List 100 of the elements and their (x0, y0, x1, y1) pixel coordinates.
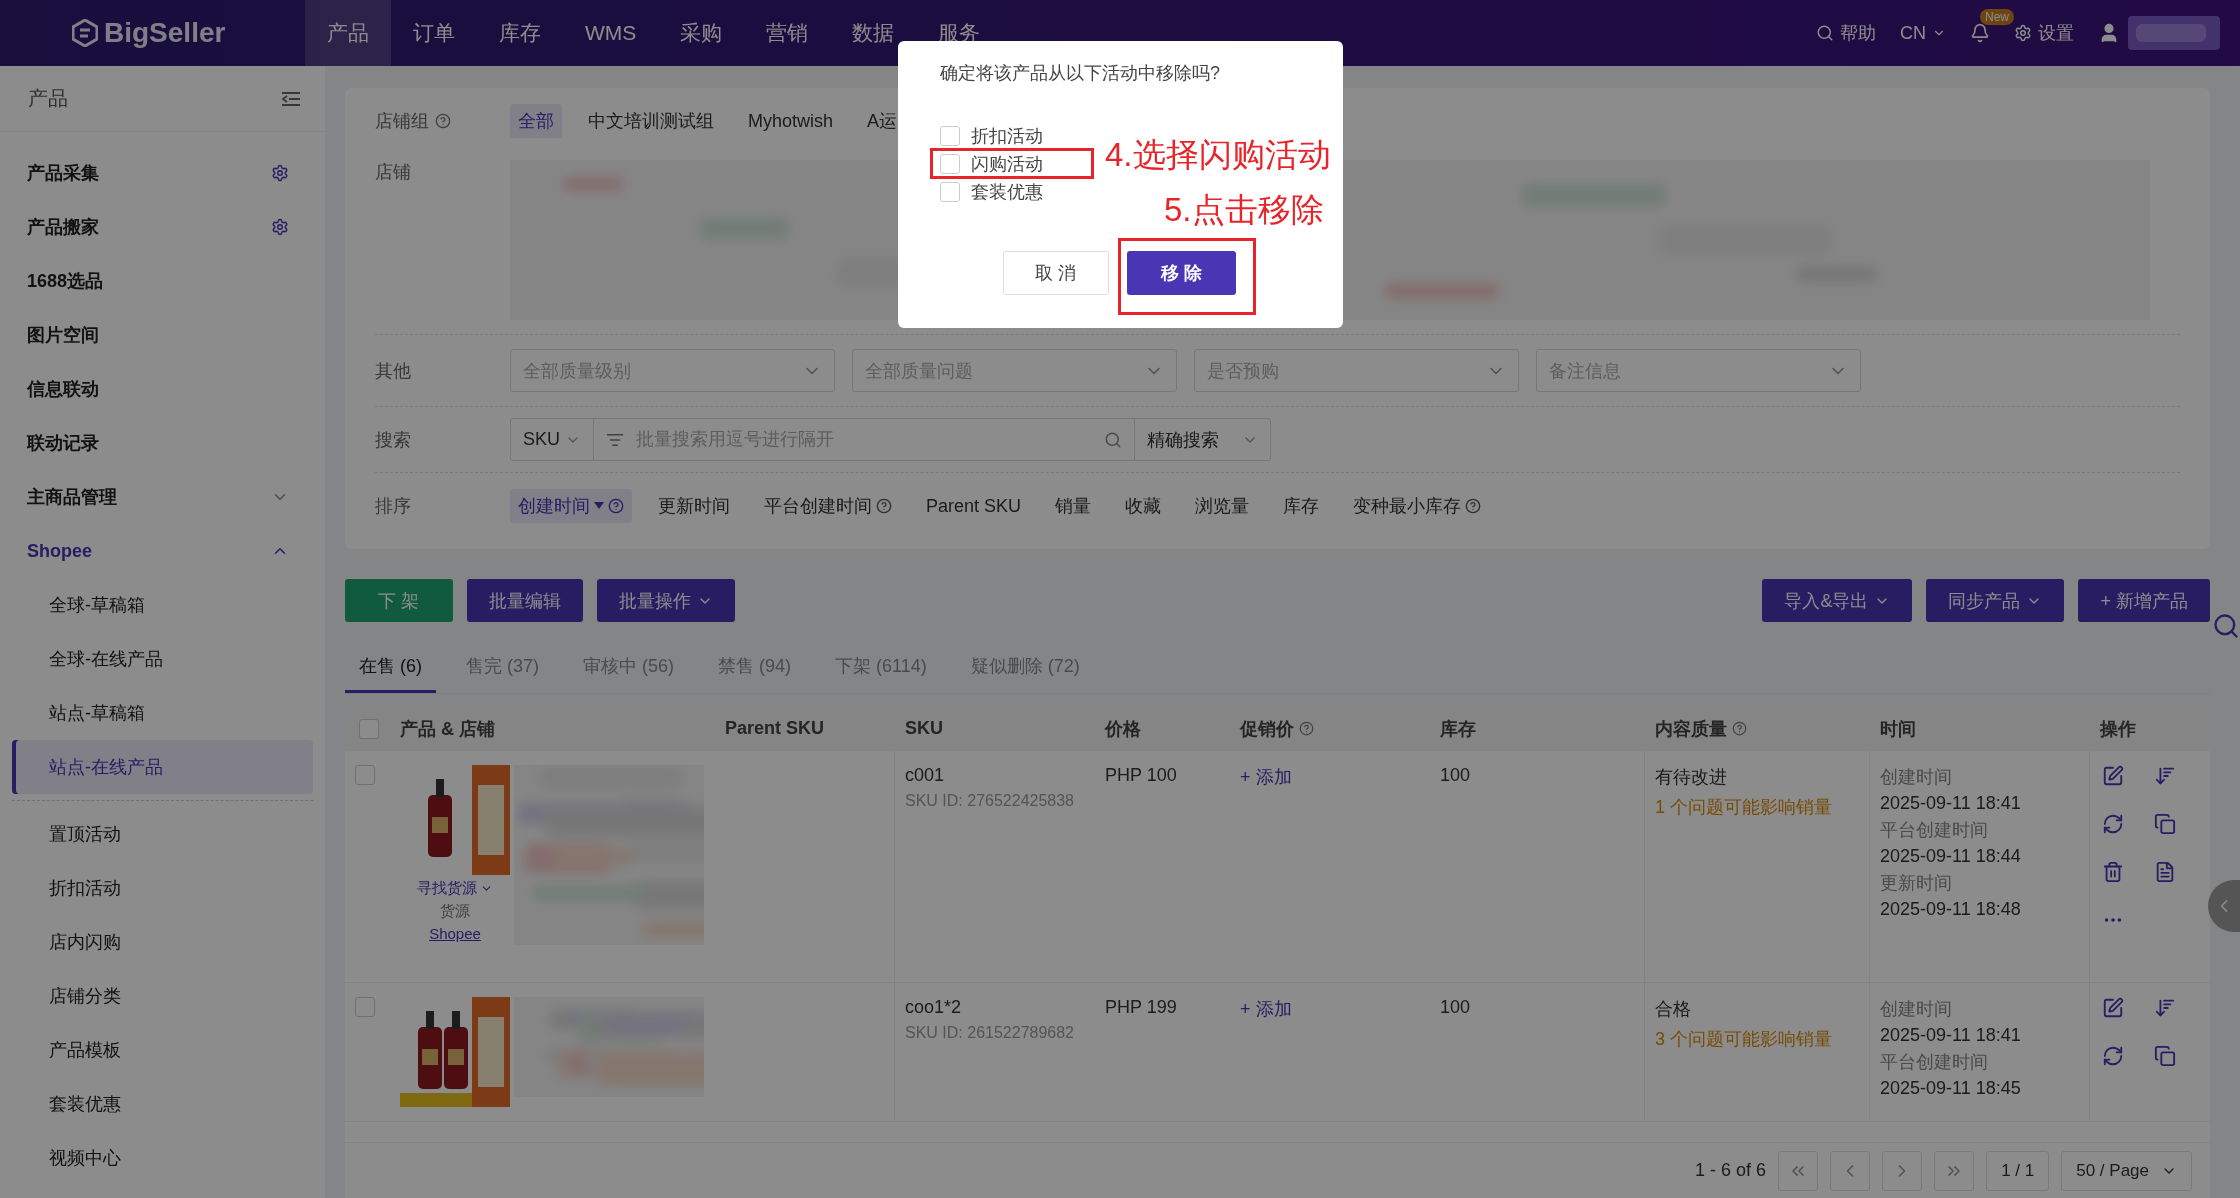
nav-item[interactable]: 订单 (391, 0, 477, 66)
nav-item[interactable]: 库存 (477, 0, 563, 66)
gear-icon (2014, 24, 2032, 42)
help-icon (1732, 721, 1747, 736)
time-value: 2025-09-11 18:41 (1880, 1025, 2022, 1046)
help-link[interactable]: 帮助 (1816, 21, 1876, 45)
search-icon (1816, 24, 1834, 42)
edit-icon[interactable] (2102, 765, 2124, 787)
sidebar-subitem[interactable]: 折扣活动 (12, 861, 313, 915)
checkbox[interactable] (355, 997, 375, 1017)
status-tab[interactable]: 在售 (6) (345, 644, 436, 693)
checkbox[interactable] (359, 718, 379, 739)
nav-item[interactable]: 采购 (658, 0, 745, 66)
column-header: SKU (904, 718, 944, 739)
sort-option[interactable]: 平台创建时间 (756, 489, 900, 523)
annotation-text: 5.点击移除 (1164, 191, 1324, 229)
sync-icon[interactable] (2102, 1045, 2124, 1067)
store-group-option[interactable]: 中文培训测试组 (580, 104, 722, 138)
sidebar-subitem[interactable]: 店铺分类 (12, 969, 313, 1023)
sidebar-subitem[interactable]: 全球-在线产品 (12, 632, 313, 686)
stock-text: 100 (1440, 765, 1472, 786)
sidebar-group[interactable]: Shopee (12, 524, 313, 578)
delete-icon[interactable] (2102, 861, 2124, 883)
time-label: 平台创建时间 (1880, 819, 1989, 842)
copy-icon[interactable] (2154, 813, 2176, 835)
edit-icon[interactable] (2102, 997, 2124, 1019)
page-size-select[interactable]: 50 / Page (2061, 1150, 2192, 1191)
sidebar-subitem[interactable]: 店内闪购 (12, 915, 313, 969)
sort-option[interactable]: Parent SKU (918, 490, 1030, 522)
copy-icon[interactable] (2154, 1045, 2176, 1067)
sku-id: SKU ID: 261522789682 (905, 1024, 1075, 1042)
logo-text: BigSeller (104, 17, 226, 49)
sidebar-group[interactable]: 主商品管理 (12, 470, 313, 524)
column-header: 时间 (1879, 717, 1917, 741)
filter-label: 搜索 (375, 428, 412, 452)
sort-option[interactable]: 收藏 (1117, 489, 1170, 523)
sidebar-item[interactable]: 联动记录 (12, 416, 313, 470)
sort-option[interactable]: 创建时间 (510, 489, 632, 523)
sidebar-item[interactable]: 产品搬家 (12, 200, 313, 254)
nav-item[interactable]: 营销 (744, 0, 831, 66)
add-promo-link[interactable]: + 添加 (1240, 765, 1420, 789)
sort-option[interactable]: 库存 (1275, 489, 1328, 523)
sidebar-title: 产品 (28, 86, 68, 111)
note-icon[interactable] (2154, 861, 2176, 883)
side-handle[interactable] (2208, 880, 2240, 932)
filter-label: 其他 (375, 359, 412, 383)
sidebar-subitem[interactable]: 全球-草稿箱 (12, 578, 313, 632)
action-button[interactable]: + 新增产品 (2078, 579, 2210, 622)
sidebar-subitem[interactable]: 视频中心 (12, 1131, 313, 1185)
search-icon[interactable] (2212, 612, 2240, 640)
sort-icon[interactable] (2154, 765, 2176, 787)
sort-option[interactable]: 销量 (1047, 489, 1100, 523)
cancel-button[interactable]: 取 消 (1003, 251, 1109, 295)
sidebar-item[interactable]: 产品采集 (12, 146, 313, 200)
sku-text: coo1*2 (905, 997, 963, 1018)
remove-button[interactable]: 移 除 (1127, 251, 1236, 295)
language-select[interactable]: CN (1900, 22, 1946, 44)
caret-icon (594, 502, 604, 510)
platform-link[interactable]: Shopee (429, 925, 481, 942)
sidebar-subitem[interactable]: 站点-在线产品 (12, 740, 313, 794)
action-button[interactable]: 导入&导出 (1762, 579, 1913, 622)
nav-item[interactable]: WMS (563, 0, 659, 66)
time-label: 更新时间 (1880, 872, 1953, 895)
sort-icon[interactable] (2154, 997, 2176, 1019)
collapse-icon[interactable] (281, 90, 301, 107)
sidebar-subitem[interactable]: 套装优惠 (12, 1077, 313, 1131)
activity-option[interactable]: 套装优惠 (940, 178, 1043, 206)
help-icon (435, 113, 451, 129)
time-value: 2025-09-11 18:48 (1880, 899, 2022, 920)
settings-link[interactable]: 设置 (2014, 21, 2074, 45)
new-badge: New (1980, 9, 2014, 25)
store-group-option[interactable]: 全部 (510, 104, 562, 138)
add-promo-link[interactable]: + 添加 (1240, 997, 1420, 1021)
help-icon (608, 498, 624, 514)
sort-option[interactable]: 变种最小库存 (1345, 489, 1490, 523)
column-header: 价格 (1103, 717, 1142, 741)
source-link[interactable]: 寻找货源 (417, 879, 493, 898)
action-button[interactable]: 同步产品 (1926, 579, 2065, 622)
column-header: 库存 (1439, 717, 1477, 741)
sort-option[interactable]: 浏览量 (1187, 489, 1258, 523)
sidebar-subitem[interactable]: 置顶活动 (12, 807, 313, 861)
sidebar-item[interactable]: 1688选品 (12, 254, 313, 308)
sidebar-subitem[interactable]: 站点-草稿箱 (12, 686, 313, 740)
sku-id: SKU ID: 276522425838 (905, 792, 1075, 810)
filter-label: 店铺 (375, 161, 412, 184)
quality-text: 有待改进 (1655, 766, 1728, 789)
sidebar-item[interactable]: 图片空间 (12, 308, 313, 362)
page-range: 1 - 6 of 6 (1695, 1160, 1767, 1181)
store-group-option[interactable]: Myhotwish (740, 105, 842, 137)
sort-option[interactable]: 更新时间 (650, 489, 738, 523)
sidebar-subitem[interactable]: 产品模板 (12, 1023, 313, 1077)
action-button[interactable]: 批量编辑 (467, 579, 583, 622)
bell-icon[interactable] (1970, 23, 1990, 43)
sidebar-item[interactable]: 信息联动 (12, 362, 313, 416)
sync-icon[interactable] (2102, 813, 2124, 835)
activity-option[interactable]: 折扣活动 (940, 122, 1043, 150)
page-field[interactable]: 1 / 1 (1986, 1150, 2050, 1191)
activity-option[interactable]: 闪购活动 (940, 150, 1043, 178)
checkbox[interactable] (355, 765, 375, 785)
action-button[interactable]: 批量操作 (597, 579, 735, 622)
